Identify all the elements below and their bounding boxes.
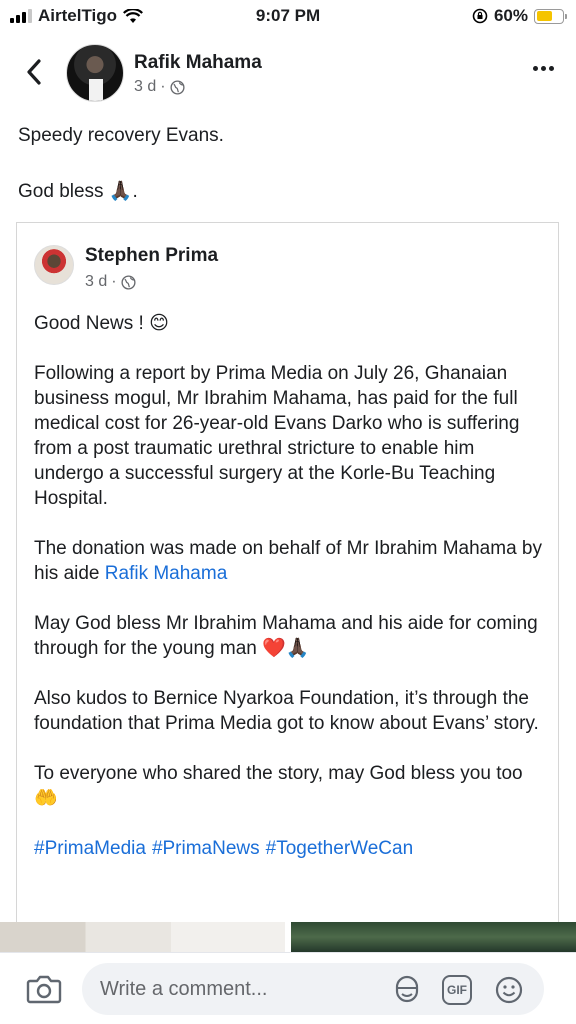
sticker-icon[interactable] xyxy=(392,975,422,1005)
hashtag-link[interactable]: #PrimaMedia xyxy=(34,838,146,859)
shared-paragraph-3: The donation was made on behalf of Mr Ib… xyxy=(34,536,549,586)
camera-button[interactable] xyxy=(26,973,62,1005)
mention-link[interactable]: Rafik Mahama xyxy=(105,563,228,584)
post-image-1[interactable] xyxy=(0,922,285,952)
back-button[interactable] xyxy=(20,54,48,90)
post-line-2: God bless 🙏🏿. xyxy=(18,181,138,202)
shared-paragraph-2: Following a report by Prima Media on Jul… xyxy=(34,363,520,509)
comment-input[interactable]: Write a comment... GIF xyxy=(82,963,544,1015)
status-bar: AirtelTigo 9:07 PM 60% xyxy=(0,0,576,32)
shared-paragraph-6: To everyone who shared the story, may Go… xyxy=(34,763,523,809)
chevron-left-icon xyxy=(27,59,41,85)
globe-icon xyxy=(121,274,136,290)
shared-paragraph-4: May God bless Mr Ibrahim Mahama and his … xyxy=(34,613,538,659)
shared-post-body: Good News ! 😊 Following a report by Prim… xyxy=(34,311,549,886)
hashtag-list: #PrimaMedia #PrimaNews #TogetherWeCan xyxy=(34,836,549,861)
author-avatar[interactable] xyxy=(66,44,124,102)
meta-separator: · xyxy=(160,78,166,95)
battery-icon xyxy=(534,8,567,24)
post-header: Rafik Mahama 3 d · xyxy=(0,40,576,104)
post-images xyxy=(0,922,576,952)
post-line-1: Speedy recovery Evans. xyxy=(18,125,224,146)
battery-percent: 60% xyxy=(493,6,528,25)
author-name[interactable]: Rafik Mahama xyxy=(134,52,262,74)
status-right: 60% xyxy=(472,6,567,26)
shared-post-meta: 3 d · xyxy=(85,273,136,291)
emoji-icon[interactable] xyxy=(494,975,524,1005)
shared-meta-separator: · xyxy=(111,273,117,290)
gif-button[interactable]: GIF xyxy=(442,975,472,1005)
shared-author-name[interactable]: Stephen Prima xyxy=(85,245,218,267)
hashtag-link[interactable]: #PrimaNews xyxy=(152,838,260,859)
more-options-button[interactable] xyxy=(533,66,554,71)
camera-icon xyxy=(26,975,62,1004)
post-time: 3 d xyxy=(134,78,157,95)
shared-paragraph-1: Good News ! 😊 xyxy=(34,313,169,334)
hashtag-link[interactable]: #TogetherWeCan xyxy=(266,838,414,859)
gif-icon: GIF xyxy=(447,983,467,997)
post-image-2[interactable] xyxy=(291,922,576,952)
comment-bar: Write a comment... GIF xyxy=(0,952,576,1024)
shared-paragraph-5: Also kudos to Bernice Nyarkoa Foundation… xyxy=(34,688,539,734)
shared-post-time: 3 d xyxy=(85,273,108,290)
comment-placeholder: Write a comment... xyxy=(100,978,268,1000)
post-text: Speedy recovery Evans. God bless 🙏🏿. xyxy=(18,124,224,236)
battery-fill xyxy=(536,11,552,21)
orientation-lock-icon xyxy=(472,8,488,24)
shared-author-avatar[interactable] xyxy=(34,245,74,285)
more-horizontal-icon xyxy=(533,66,538,71)
globe-icon xyxy=(170,79,185,95)
post-meta: 3 d · xyxy=(134,78,185,96)
shared-post-card[interactable]: Stephen Prima 3 d · Good News ! 😊 Follow… xyxy=(16,222,559,922)
